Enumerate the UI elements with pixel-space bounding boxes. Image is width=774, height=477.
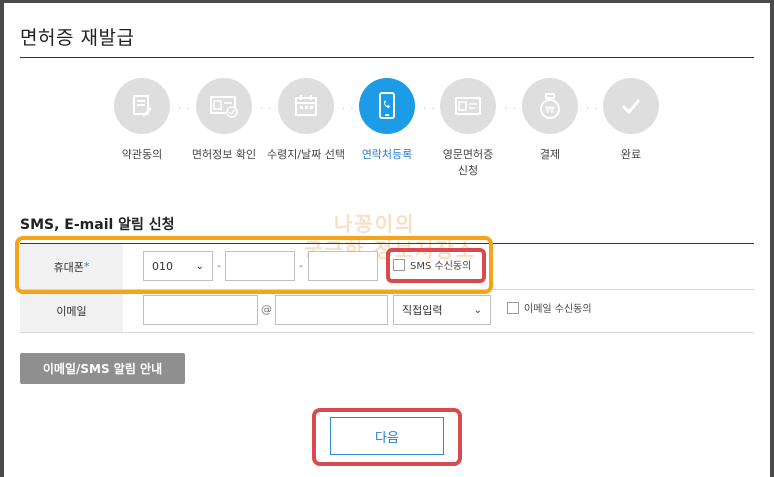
step-label: 연락처등록 — [361, 148, 413, 161]
step-label: 결제 — [539, 148, 561, 161]
svg-text:₩: ₩ — [545, 105, 555, 116]
page-title: 면허증 재발급 — [20, 27, 135, 49]
row-divider — [20, 332, 754, 333]
highlight-next-button — [312, 408, 462, 466]
step-receipt-date: 수령지/날짜 선택 — [266, 78, 346, 163]
checkmark-icon — [603, 78, 659, 134]
money-bag-icon: ₩ — [522, 78, 578, 134]
email-local-input[interactable] — [143, 295, 258, 325]
step-terms: 약관동의 — [102, 78, 182, 163]
chevron-down-icon: ⌄ — [473, 304, 482, 316]
section-title: SMS, E-mail 알림 신청 — [20, 217, 175, 233]
email-consent-checkbox[interactable] — [507, 301, 519, 314]
step-label: 완료 — [620, 148, 642, 161]
step-payment: ₩ 결제 — [510, 78, 590, 163]
step-label: 수령지/날짜 선택 — [266, 148, 346, 161]
email-consent[interactable]: 이메일 수신동의 — [507, 300, 592, 315]
notice-button[interactable]: 이메일/SMS 알림 안내 — [20, 353, 185, 384]
calendar-icon — [278, 78, 334, 134]
step-label: 약관동의 — [121, 148, 163, 161]
step-label: 영문면허증 신청 — [442, 148, 494, 177]
step-contact: 연락처등록 — [347, 78, 427, 163]
email-domain-select[interactable]: 직접입력 ⌄ — [393, 295, 491, 325]
title-divider — [20, 57, 754, 58]
app-frame: 면허증 재발급 약관동의 · · 면허정보 확인 · · 수령지/날짜 선택 ·… — [4, 3, 770, 477]
id-card-check-icon — [196, 78, 252, 134]
step-label: 면허정보 확인 — [191, 148, 257, 161]
email-domain-input[interactable] — [275, 295, 388, 325]
smartphone-icon — [359, 78, 415, 134]
id-card-icon — [440, 78, 496, 134]
step-license-check: 면허정보 확인 — [184, 78, 264, 163]
step-complete: 완료 — [591, 78, 671, 163]
email-at: @ — [261, 303, 272, 316]
step-english-license: 영문면허증 신청 — [428, 78, 508, 179]
document-edit-icon — [114, 78, 170, 134]
email-label: 이메일 — [20, 290, 123, 332]
highlight-sms-consent — [386, 248, 486, 283]
